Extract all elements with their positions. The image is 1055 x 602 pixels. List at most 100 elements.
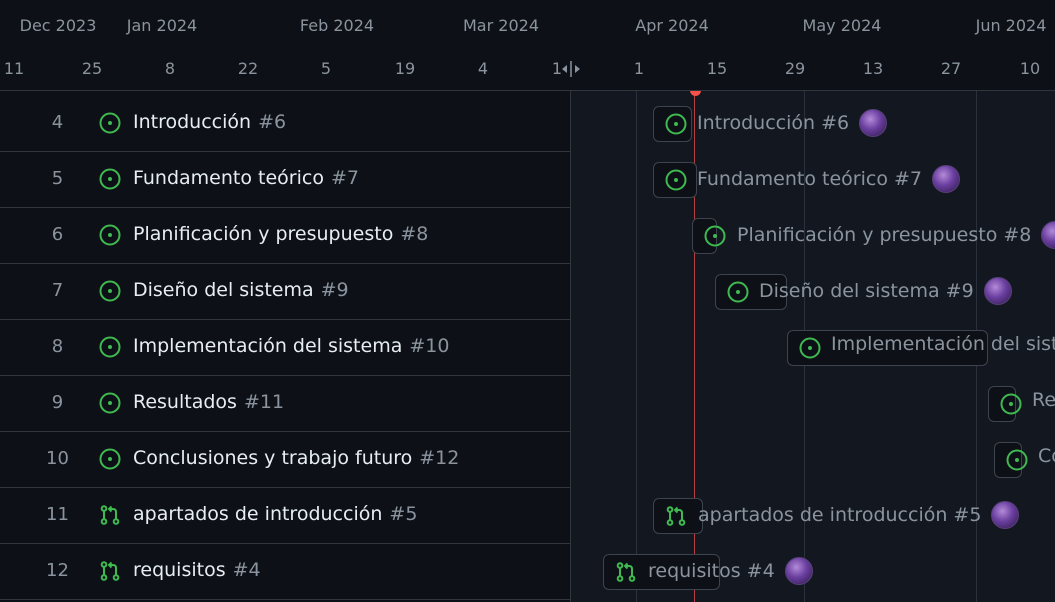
issue-title[interactable]: Diseño del sistema [133, 279, 314, 301]
issue-opened-icon [99, 280, 121, 302]
table-row[interactable]: 7 Diseño del sistema #9 [0, 264, 570, 320]
issue-opened-icon [99, 392, 121, 414]
issue-number: #4 [232, 559, 261, 581]
timeline-bar-label: Re [1032, 389, 1055, 411]
issue-opened-icon [1000, 393, 1022, 415]
table-row[interactable]: 8 Implementación del sistema #10 [0, 320, 570, 376]
table-row[interactable]: 5 Fundamento teórico #7 [0, 152, 570, 208]
row-title[interactable]: Resultados #11 [133, 391, 284, 413]
month-label: Jan 2024 [126, 16, 198, 35]
issue-opened-icon [665, 113, 687, 135]
table-row[interactable]: 12 requisitos #4 [0, 544, 570, 600]
row-title[interactable]: Fundamento teórico #7 [133, 167, 359, 189]
assignee-avatar[interactable] [983, 277, 1012, 305]
timeline-bar-title: Co [1038, 445, 1055, 467]
issue-title[interactable]: Resultados [133, 391, 237, 413]
day-label: 13 [862, 59, 884, 78]
month-label: May 2024 [802, 16, 882, 35]
day-label: 25 [81, 59, 103, 78]
issue-opened-icon [1006, 449, 1028, 471]
day-label: 15 [706, 59, 728, 78]
issue-title[interactable]: Implementación del sistema [133, 335, 402, 357]
issue-opened-icon [99, 336, 121, 358]
timeline-bar-title: Fundamento teórico #7 [697, 168, 923, 190]
row-title[interactable]: apartados de introducción #5 [133, 503, 417, 525]
day-label: 8 [164, 59, 176, 78]
timeline-bar-title: Implementación del sistema [831, 333, 1055, 355]
issue-number: #8 [400, 223, 429, 245]
issue-number: #5 [389, 503, 418, 525]
issue-number: #7 [330, 167, 359, 189]
row-title[interactable]: Planificación y presupuesto #8 [133, 223, 428, 245]
timeline-bar-label: Co [1038, 445, 1055, 467]
timeline-pane: Introducción #6 Fundamento teórico #7 Plan… [571, 91, 1055, 602]
row-title[interactable]: Implementación del sistema #10 [133, 335, 449, 357]
table-row[interactable]: 10 Conclusiones y trabajo futuro #12 [0, 432, 570, 488]
issue-title[interactable]: Introducción [133, 111, 251, 133]
timeline-bar[interactable] [653, 106, 692, 142]
table-row[interactable]: 6 Planificación y presupuesto #8 [0, 208, 570, 264]
table-row[interactable]: 11 apartados de introducción #5 [0, 488, 570, 544]
row-title[interactable]: Introducción #6 [133, 111, 286, 133]
git-pull-request-icon [99, 560, 121, 582]
day-label: 22 [237, 59, 259, 78]
assignee-avatar[interactable] [784, 557, 813, 585]
timeline-bar-label: Introducción #6 [697, 109, 888, 137]
month-label: Apr 2024 [635, 16, 709, 35]
timeline-bar-label: Diseño del sistema #9 [759, 277, 1012, 305]
timeline-bar-label: Implementación del sistema [831, 333, 1055, 355]
issue-title[interactable]: apartados de introducción [133, 503, 382, 525]
row-title[interactable]: Conclusiones y trabajo futuro #12 [133, 447, 459, 469]
issue-opened-icon [727, 281, 749, 303]
assignee-avatar[interactable] [991, 501, 1020, 529]
timeline-bar[interactable] [653, 162, 697, 198]
issue-title[interactable]: Fundamento teórico [133, 167, 324, 189]
timeline-bar-label: Planificación y presupuesto #8 [737, 221, 1055, 249]
timeline-bar[interactable] [994, 442, 1028, 478]
row-number: 11 [46, 504, 69, 525]
day-label: 27 [940, 59, 962, 78]
issue-opened-icon [704, 225, 726, 247]
timeline-header: Dec 2023 Jan 2024 Feb 2024 Mar 2024 Apr … [0, 0, 1055, 91]
issue-number: #10 [409, 335, 450, 357]
month-gridline [636, 91, 637, 602]
row-number: 8 [51, 336, 64, 357]
assignee-avatar[interactable] [1041, 221, 1055, 249]
issue-title[interactable]: Conclusiones y trabajo futuro [133, 447, 412, 469]
git-pull-request-icon [665, 505, 687, 527]
issue-number: #12 [419, 447, 460, 469]
table-row[interactable]: 9 Resultados #11 [0, 376, 570, 432]
issue-table: 4 Introducción #6 5 Fundamento teórico #7 6 Pla… [0, 96, 570, 602]
timeline-bar-title: Introducción #6 [697, 112, 850, 134]
issue-number: #11 [243, 391, 285, 413]
issue-opened-icon [99, 112, 121, 134]
row-number: 9 [51, 392, 64, 413]
day-label: 19 [394, 59, 416, 78]
timeline-bar[interactable] [653, 498, 703, 534]
row-title[interactable]: Diseño del sistema #9 [133, 279, 349, 301]
issue-opened-icon [99, 168, 121, 190]
timeline-bar[interactable] [692, 218, 726, 254]
issue-title[interactable]: Planificación y presupuesto [133, 223, 393, 245]
git-pull-request-icon [99, 504, 121, 526]
timeline-bar-title: requisitos #4 [648, 560, 775, 582]
day-label: 29 [784, 59, 806, 78]
day-label: 4 [477, 59, 489, 78]
row-title[interactable]: requisitos #4 [133, 559, 261, 581]
issue-number: #6 [258, 111, 287, 133]
timeline-bar-title: Diseño del sistema #9 [759, 280, 974, 302]
timeline-bar[interactable] [988, 386, 1022, 422]
issue-opened-icon [799, 337, 821, 359]
issue-title[interactable]: requisitos [133, 559, 226, 581]
today-marker [690, 91, 701, 96]
resize-handle-icon[interactable] [560, 59, 582, 79]
timeline-bar-label: requisitos #4 [648, 557, 813, 585]
row-number: 12 [46, 560, 69, 581]
month-label: Mar 2024 [463, 16, 539, 35]
table-row[interactable]: 4 Introducción #6 [0, 96, 570, 152]
assignee-avatar[interactable] [859, 109, 888, 137]
row-number: 7 [51, 280, 64, 301]
issue-opened-icon [665, 169, 687, 191]
day-label: 11 [3, 59, 25, 78]
assignee-avatar[interactable] [932, 165, 961, 193]
